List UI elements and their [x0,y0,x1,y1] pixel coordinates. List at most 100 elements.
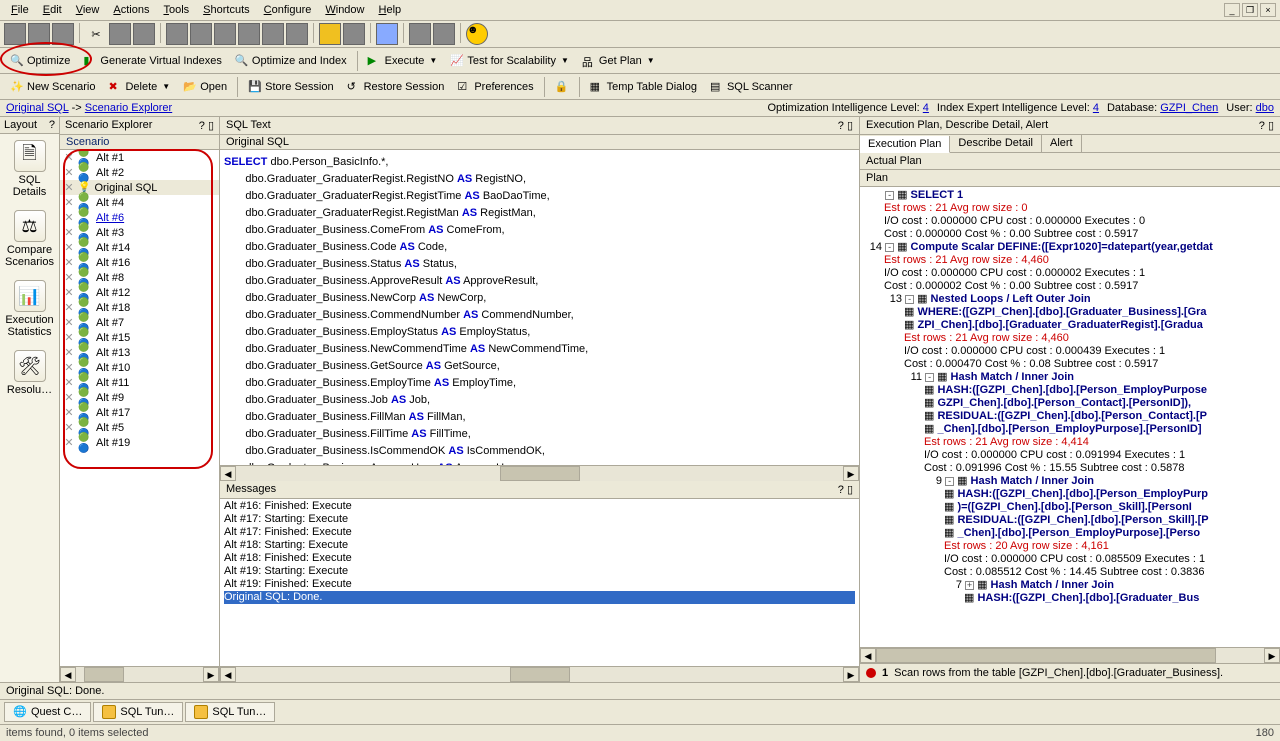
cut-icon[interactable]: ✂ [85,23,107,45]
restore-session-button[interactable]: ↺Restore Session [341,77,451,97]
help-icon[interactable]: ? [199,120,205,132]
plan-node[interactable]: ▦ _Chen].[dbo].[Person_EmployPurpose].[P… [860,423,1280,436]
paste-icon[interactable] [133,23,155,45]
chevron-down-icon[interactable]: ▼ [429,56,437,65]
tree-toggle-icon[interactable]: + [965,581,974,590]
plan-node[interactable]: -▦ SELECT 1 [860,189,1280,202]
plan-node[interactable]: I/O cost : 0.000000 CPU cost : 0.000000 … [860,215,1280,228]
delete-icon[interactable]: ✕ [64,166,74,179]
toolbar-icon[interactable] [28,23,50,45]
toolbar-icon[interactable] [262,23,284,45]
sql-scanner-button[interactable]: ▤SQL Scanner [704,77,799,97]
tab-execution-plan[interactable]: Execution Plan [860,136,950,153]
delete-button[interactable]: ✖Delete▼ [102,77,176,97]
delete-icon[interactable]: ✕ [64,256,74,269]
chevron-down-icon[interactable]: ▼ [162,82,170,91]
menu-tools[interactable]: Tools [156,2,196,18]
plan-node[interactable]: Est rows : 21 Avg row size : 4,460 [860,254,1280,267]
menu-window[interactable]: Window [318,2,371,18]
message-line[interactable]: Alt #16: Finished: Execute [224,500,855,513]
task-sql-tuning-2[interactable]: SQL Tun… [185,702,275,722]
close-icon[interactable]: ▯ [847,120,853,132]
tree-toggle-icon[interactable]: - [885,243,894,252]
tree-toggle-icon[interactable]: - [905,295,914,304]
gen-virtual-indexes-button[interactable]: ▮Generate Virtual Indexes [77,51,227,71]
delete-icon[interactable]: ✕ [64,226,74,239]
message-line[interactable]: Alt #18: Starting: Execute [224,539,855,552]
optimize-button[interactable]: 🔍Optimize [4,51,76,71]
toolbar-icon[interactable]: ☻ [466,23,488,45]
help-icon[interactable]: ? [1259,120,1265,132]
toolbar-icon[interactable] [52,23,74,45]
menu-actions[interactable]: Actions [106,2,156,18]
plan-node[interactable]: ▦ _Chen].[dbo].[Person_EmployPurpose].[P… [860,527,1280,540]
plan-node[interactable]: ▦ WHERE:([GZPI_Chen].[dbo].[Graduater_Bu… [860,306,1280,319]
plan-node[interactable]: 11 -▦ Hash Match / Inner Join [860,371,1280,384]
plan-node[interactable]: Cost : 0.085512 Cost % : 14.45 Subtree c… [860,566,1280,579]
message-line[interactable]: Original SQL: Done. [224,591,855,604]
toolbar-icon[interactable] [166,23,188,45]
toolbar-icon[interactable] [190,23,212,45]
delete-icon[interactable]: ✕ [64,361,74,374]
tree-toggle-icon[interactable]: - [945,477,954,486]
plan-node[interactable]: I/O cost : 0.000000 CPU cost : 0.000002 … [860,267,1280,280]
delete-icon[interactable]: ✕ [64,211,74,224]
delete-icon[interactable]: ✕ [64,391,74,404]
new-scenario-button[interactable]: ✨New Scenario [4,77,101,97]
plan-node[interactable]: I/O cost : 0.000000 CPU cost : 0.085509 … [860,553,1280,566]
h-scrollbar[interactable]: ◀▶ [220,465,859,481]
menu-configure[interactable]: Configure [257,2,319,18]
optimize-and-index-button[interactable]: 🔍Optimize and Index [229,51,353,71]
close-icon[interactable]: ▯ [208,120,214,132]
toolbar-icon[interactable] [433,23,455,45]
menu-edit[interactable]: Edit [36,2,69,18]
menu-help[interactable]: Help [372,2,409,18]
sidebar-button[interactable]: ⚖Compare Scenarios [0,204,59,274]
plan-node[interactable]: ▦ )=([GZPI_Chen].[dbo].[Person_Skill].[P… [860,501,1280,514]
toolbar-icon[interactable] [286,23,308,45]
plan-node[interactable]: Cost : 0.000002 Cost % : 0.00 Subtree co… [860,280,1280,293]
help-icon[interactable]: ? [49,119,55,131]
sql-editor[interactable]: SELECT dbo.Person_BasicInfo.*, dbo.Gradu… [220,150,859,465]
menu-shortcuts[interactable]: Shortcuts [196,2,256,18]
breadcrumb-original-sql[interactable]: Original SQL [6,102,69,114]
delete-icon[interactable]: ✕ [64,406,74,419]
tab-describe-detail[interactable]: Describe Detail [950,135,1042,152]
delete-icon[interactable]: ✕ [64,151,74,164]
delete-icon[interactable]: ✕ [64,346,74,359]
window-minimize-icon[interactable]: _ [1224,3,1240,17]
delete-icon[interactable]: ✕ [64,436,74,449]
scenario-item[interactable]: ✕🟢🔵Alt #2 [60,165,219,180]
menu-view[interactable]: View [69,2,107,18]
sidebar-button[interactable]: 🛠Resolu… [0,344,59,402]
message-line[interactable]: Alt #19: Finished: Execute [224,578,855,591]
delete-icon[interactable]: ✕ [64,421,74,434]
message-line[interactable]: Alt #17: Finished: Execute [224,526,855,539]
delete-icon[interactable]: ✕ [64,181,74,194]
plan-node[interactable]: 14 -▦ Compute Scalar DEFINE:([Expr1020]=… [860,241,1280,254]
store-session-button[interactable]: 💾Store Session [242,77,339,97]
message-line[interactable]: Alt #18: Finished: Execute [224,552,855,565]
open-button[interactable]: 📂Open [177,77,233,97]
toolbar-icon[interactable] [376,23,398,45]
plan-node[interactable]: ▦ HASH:([GZPI_Chen].[dbo].[Person_Employ… [860,488,1280,501]
plan-node[interactable]: Cost : 0.091996 Cost % : 15.55 Subtree c… [860,462,1280,475]
h-scrollbar[interactable]: ◀▶ [60,666,219,682]
plan-node[interactable]: 13 -▦ Nested Loops / Left Outer Join [860,293,1280,306]
test-scalability-button[interactable]: 📈Test for Scalability▼ [444,51,575,71]
tree-toggle-icon[interactable]: - [925,373,934,382]
chevron-down-icon[interactable]: ▼ [647,56,655,65]
help-icon[interactable]: ? [838,120,844,132]
toolbar-icon[interactable] [214,23,236,45]
plan-node[interactable]: ▦ GZPI_Chen].[dbo].[Person_Contact].[Per… [860,397,1280,410]
plan-node[interactable]: 7 +▦ Hash Match / Inner Join [860,579,1280,592]
help-icon[interactable]: ? [838,484,844,496]
delete-icon[interactable]: ✕ [64,271,74,284]
h-scrollbar[interactable]: ◀▶ [220,666,859,682]
toolbar-icon[interactable] [238,23,260,45]
plan-node[interactable]: ▦ RESIDUAL:([GZPI_Chen].[dbo].[Person_Co… [860,410,1280,423]
plan-node[interactable]: ▦ HASH:([GZPI_Chen].[dbo].[Person_Employ… [860,384,1280,397]
tab-alert[interactable]: Alert [1042,135,1082,152]
h-scrollbar[interactable]: ◀▶ [860,647,1280,663]
delete-icon[interactable]: ✕ [64,316,74,329]
